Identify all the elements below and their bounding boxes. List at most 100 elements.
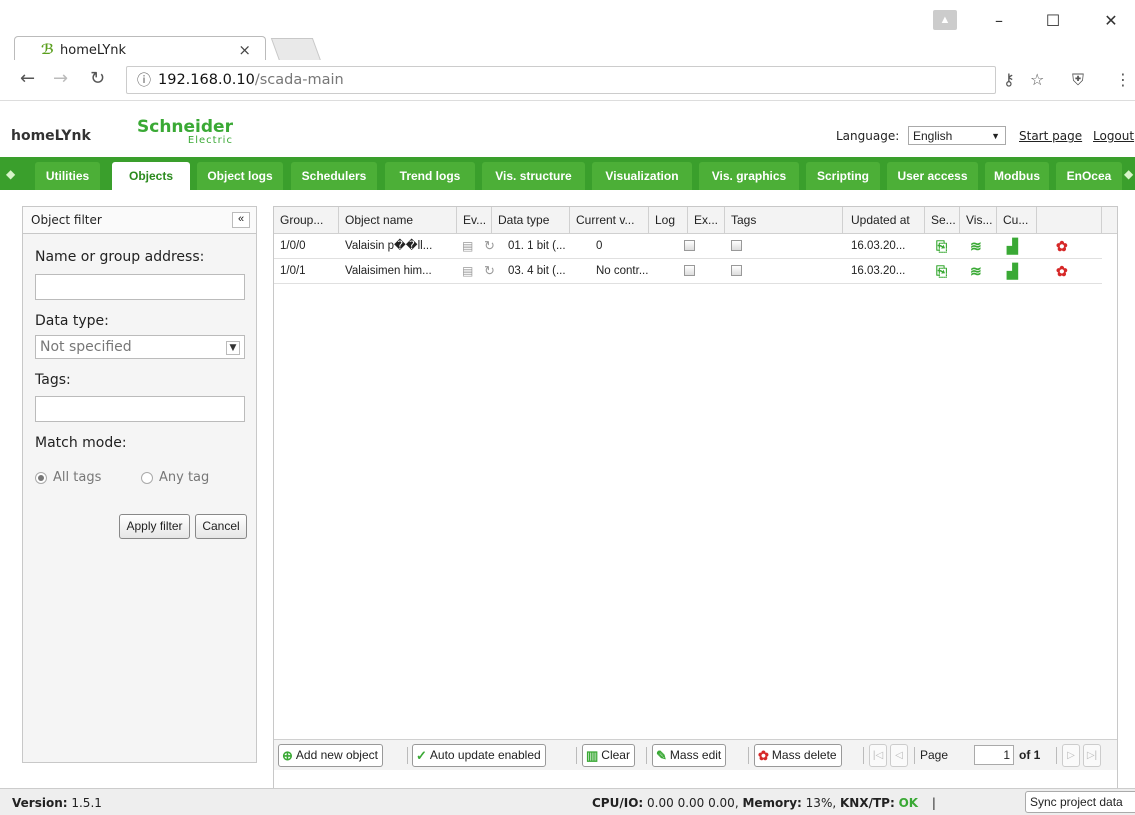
tab-object-logs[interactable]: Object logs xyxy=(197,162,283,190)
key-icon[interactable]: ⚷ xyxy=(1003,70,1015,89)
close-tab-icon[interactable]: × xyxy=(238,41,251,59)
match-mode-label: Match mode: xyxy=(35,435,127,451)
close-window-icon[interactable]: ✕ xyxy=(1088,0,1134,40)
event-script-icon[interactable]: ▤ xyxy=(462,262,473,280)
tab-user-access[interactable]: User access xyxy=(887,162,978,190)
event-link-icon[interactable]: ↻ xyxy=(484,262,495,280)
tab-scripting[interactable]: Scripting xyxy=(806,162,880,190)
bookmark-star-icon[interactable]: ☆ xyxy=(1030,70,1044,89)
logout-link[interactable]: Logout xyxy=(1093,129,1134,143)
radio-all-tags[interactable]: All tags xyxy=(35,470,101,485)
start-page-link[interactable]: Start page xyxy=(1019,129,1082,143)
tab-modbus[interactable]: Modbus xyxy=(985,162,1049,190)
scroll-left-icon[interactable]: ◆ xyxy=(6,167,15,181)
apply-filter-button[interactable]: Apply filter xyxy=(119,514,190,539)
logo-sub: Electric xyxy=(187,135,233,146)
tags-input[interactable] xyxy=(35,396,245,422)
tab-vis-structure[interactable]: Vis. structure xyxy=(482,162,585,190)
trend-icon[interactable]: ▟ xyxy=(1007,262,1018,280)
tab-utilities[interactable]: Utilities xyxy=(35,162,100,190)
event-script-icon[interactable]: ▤ xyxy=(462,237,473,255)
last-page-icon[interactable]: ▷| xyxy=(1083,744,1101,767)
mass-edit-label: Mass edit xyxy=(669,748,722,762)
datatype-select[interactable]: Not specified ▼ xyxy=(35,335,245,359)
tab-visualization[interactable]: Visualization xyxy=(592,162,692,190)
plus-circle-icon: ⊕ xyxy=(282,748,293,763)
forward-icon[interactable]: → xyxy=(53,68,68,89)
minimize-icon[interactable]: – xyxy=(976,0,1022,40)
event-link-icon[interactable]: ↻ xyxy=(484,237,495,255)
scroll-right-icon[interactable]: ◆ xyxy=(1124,167,1133,181)
radio-any-tag[interactable]: Any tag xyxy=(141,470,209,485)
tab-enocean[interactable]: EnOcea xyxy=(1056,162,1122,190)
reload-icon[interactable]: ↻ xyxy=(90,68,105,89)
separator xyxy=(576,747,577,764)
delete-icon[interactable]: ✿ xyxy=(1056,262,1068,280)
col-updated-at[interactable]: Updated at xyxy=(843,207,925,233)
trash-icon: ▥ xyxy=(586,748,599,763)
col-log[interactable]: Log xyxy=(649,207,688,233)
language-select[interactable]: English ▼ xyxy=(908,126,1006,145)
name-label: Name or group address: xyxy=(35,249,205,265)
cpu-value: 0.00 0.00 0.00, xyxy=(647,796,739,810)
add-object-button[interactable]: ⊕ Add new object xyxy=(278,744,383,767)
log-checkbox[interactable] xyxy=(684,265,695,276)
visualization-params-icon[interactable]: ≋ xyxy=(970,262,982,280)
export-checkbox[interactable] xyxy=(731,265,742,276)
tab-schedulers[interactable]: Schedulers xyxy=(291,162,377,190)
address-bar: ← → ↻ ⓘ 192.168.0.10/scada-main ⚷ ☆ ⛨ ⋮ xyxy=(0,60,1135,101)
back-icon[interactable]: ← xyxy=(20,68,35,89)
col-object-name[interactable]: Object name xyxy=(339,207,457,233)
col-settings[interactable]: Se... xyxy=(925,207,960,233)
site-info-icon[interactable]: ⓘ xyxy=(137,70,151,90)
col-export[interactable]: Ex... xyxy=(688,207,725,233)
browser-tab[interactable]: ℬ homeLYnk × xyxy=(14,36,266,63)
new-tab-button[interactable] xyxy=(270,38,322,61)
maximize-icon[interactable]: ☐ xyxy=(1030,0,1076,40)
mass-delete-label: Mass delete xyxy=(771,748,837,762)
collapse-icon[interactable]: « xyxy=(232,212,250,228)
col-custom[interactable]: Cu... xyxy=(997,207,1037,233)
first-page-icon[interactable]: |◁ xyxy=(869,744,887,767)
col-current-value[interactable]: Current v... xyxy=(570,207,649,233)
export-checkbox[interactable] xyxy=(731,240,742,251)
objects-grid: Group... Object name Ev... Data type Cur… xyxy=(273,206,1118,790)
visualization-params-icon[interactable]: ≋ xyxy=(970,237,982,255)
clear-button[interactable]: ▥ Clear xyxy=(582,744,635,767)
prev-page-icon[interactable]: ◁ xyxy=(890,744,908,767)
browser-tab-title: homeLYnk xyxy=(60,42,127,58)
page-input[interactable]: 1 xyxy=(974,745,1014,765)
delete-icon[interactable]: ✿ xyxy=(1056,237,1068,255)
col-group[interactable]: Group... xyxy=(274,207,339,233)
tab-trend-logs[interactable]: Trend logs xyxy=(385,162,475,190)
col-data-type[interactable]: Data type xyxy=(492,207,570,233)
next-page-icon[interactable]: ▷ xyxy=(1062,744,1080,767)
set-value-icon[interactable]: ⎘ xyxy=(936,262,947,280)
col-tags[interactable]: Tags xyxy=(725,207,843,233)
radio-dot xyxy=(35,471,47,484)
col-visualization[interactable]: Vis... xyxy=(960,207,997,233)
version-info: Version: 1.5.1 xyxy=(12,796,102,810)
table-row[interactable]: 1/0/1 Valaisimen him... ▤ ↻ 03. 4 bit (.… xyxy=(274,259,1102,284)
log-checkbox[interactable] xyxy=(684,240,695,251)
browser-titlebar: ℬ homeLYnk × ▲ – ☐ ✕ xyxy=(0,0,1135,63)
trend-icon[interactable]: ▟ xyxy=(1007,237,1018,255)
cancel-button[interactable]: Cancel xyxy=(195,514,247,539)
mass-edit-button[interactable]: ✎ Mass edit xyxy=(652,744,727,767)
extension-icon[interactable]: ⛨ xyxy=(1072,70,1084,90)
url-field[interactable]: ⓘ 192.168.0.10/scada-main xyxy=(126,66,996,94)
sync-project-button[interactable]: Sync project data xyxy=(1025,791,1135,813)
set-value-icon[interactable]: ⎘ xyxy=(936,237,947,255)
col-events[interactable]: Ev... xyxy=(457,207,492,233)
name-input[interactable] xyxy=(35,274,245,300)
tab-objects[interactable]: Objects xyxy=(112,162,190,190)
auto-update-button[interactable]: ✓ Auto update enabled xyxy=(412,744,546,767)
url-host: 192.168.0.10 xyxy=(158,72,255,88)
profile-icon[interactable]: ▲ xyxy=(933,10,957,30)
tab-vis-graphics[interactable]: Vis. graphics xyxy=(699,162,799,190)
mass-delete-button[interactable]: ✿ Mass delete xyxy=(754,744,842,767)
logo-text: Schneider xyxy=(137,117,233,137)
menu-icon[interactable]: ⋮ xyxy=(1115,70,1131,89)
table-row[interactable]: 1/0/0 Valaisin p��ll... ▤ ↻ 01. 1 bit (.… xyxy=(274,234,1102,259)
main-tabs: ◆ Utilities Objects Object logs Schedule… xyxy=(0,157,1135,192)
